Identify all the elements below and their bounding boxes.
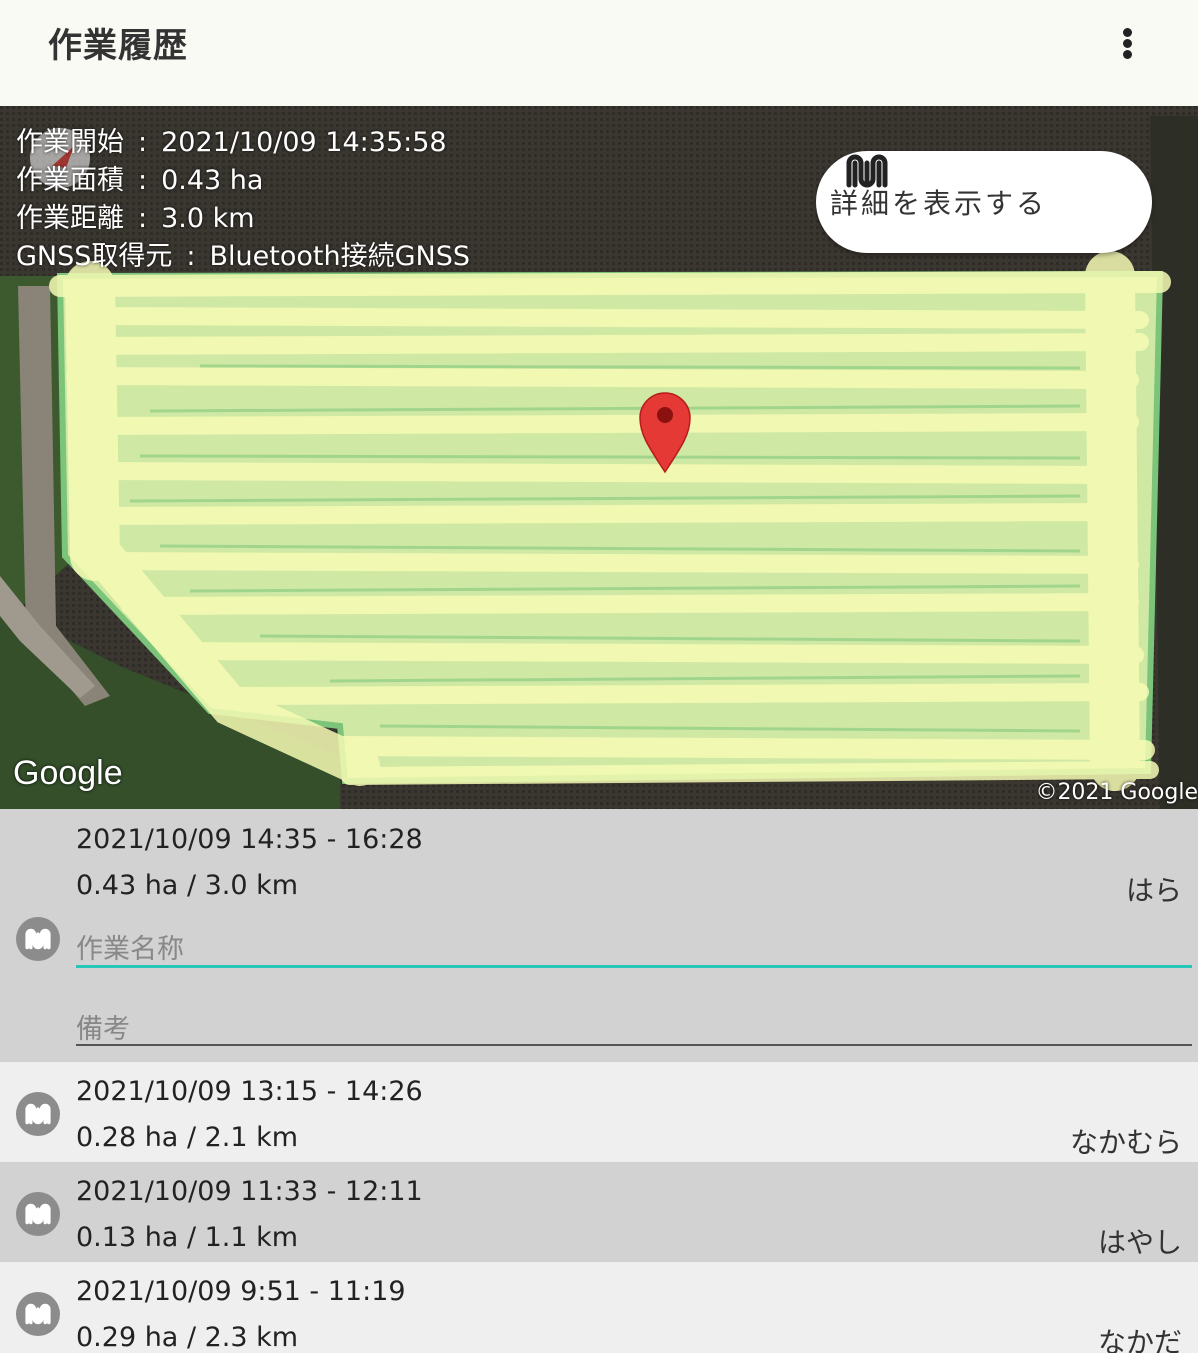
track-avatar-icon — [16, 917, 60, 961]
record-date: 2021/10/09 14:35 - 16:28 — [76, 824, 423, 855]
work-name-placeholder: 作業名称 — [76, 934, 184, 965]
app-bar: 作業履歴 — [0, 0, 1198, 106]
record-person: なかだ — [1097, 1326, 1182, 1353]
work-name-field[interactable]: 作業名称 — [76, 919, 1192, 969]
more-vert-icon[interactable] — [1108, 20, 1148, 66]
record-stats: 0.28 ha / 2.1 km — [76, 1122, 299, 1153]
map-view[interactable]: 作業開始:2021/10/09 14:35:58 作業面積:0.43 ha 作業… — [0, 106, 1198, 809]
record-person: はやし — [1097, 1226, 1182, 1259]
show-details-button[interactable]: 詳細を表示する — [816, 151, 1152, 253]
record-date: 2021/10/09 9:51 - 11:19 — [76, 1276, 406, 1307]
record-person: はら — [1125, 874, 1182, 907]
info-area: 作業面積:0.43 ha — [16, 165, 264, 196]
list-item[interactable]: 2021/10/09 14:35 - 16:28 0.43 ha / 3.0 k… — [0, 809, 1198, 1062]
record-stats: 0.13 ha / 1.1 km — [76, 1222, 299, 1253]
history-list: 2021/10/09 14:35 - 16:28 0.43 ha / 3.0 k… — [0, 809, 1198, 1353]
list-item[interactable]: 2021/10/09 13:15 - 14:26 0.28 ha / 2.1 k… — [0, 1062, 1198, 1162]
info-gnss-source: GNSS取得元: Bluetooth接続GNSS — [16, 241, 470, 272]
work-summary: 作業開始:2021/10/09 14:35:58 作業面積:0.43 ha 作業… — [16, 124, 470, 276]
info-distance: 作業距離:3.0 km — [16, 203, 255, 234]
list-item[interactable]: 2021/10/09 11:33 - 12:11 0.13 ha / 1.1 k… — [0, 1162, 1198, 1262]
record-stats: 0.43 ha / 3.0 km — [76, 870, 299, 901]
list-item[interactable]: 2021/10/09 9:51 - 11:19 0.29 ha / 2.3 km… — [0, 1262, 1198, 1353]
track-avatar-icon — [16, 1192, 60, 1236]
record-person: なかむら — [1069, 1126, 1182, 1159]
info-start: 作業開始:2021/10/09 14:35:58 — [16, 127, 447, 158]
record-date: 2021/10/09 11:33 - 12:11 — [76, 1176, 423, 1207]
track-avatar-icon — [16, 1092, 60, 1136]
page-title: 作業履歴 — [48, 26, 188, 66]
record-date: 2021/10/09 13:15 - 14:26 — [76, 1076, 423, 1107]
track-icon — [846, 154, 888, 188]
google-logo: Google — [13, 754, 123, 792]
record-stats: 0.29 ha / 2.3 km — [76, 1322, 299, 1353]
note-field[interactable]: 備考 — [76, 999, 1192, 1049]
note-placeholder: 備考 — [76, 1014, 130, 1045]
map-copyright[interactable]: ©2021 Google — [1035, 780, 1198, 805]
track-avatar-icon — [16, 1292, 60, 1336]
